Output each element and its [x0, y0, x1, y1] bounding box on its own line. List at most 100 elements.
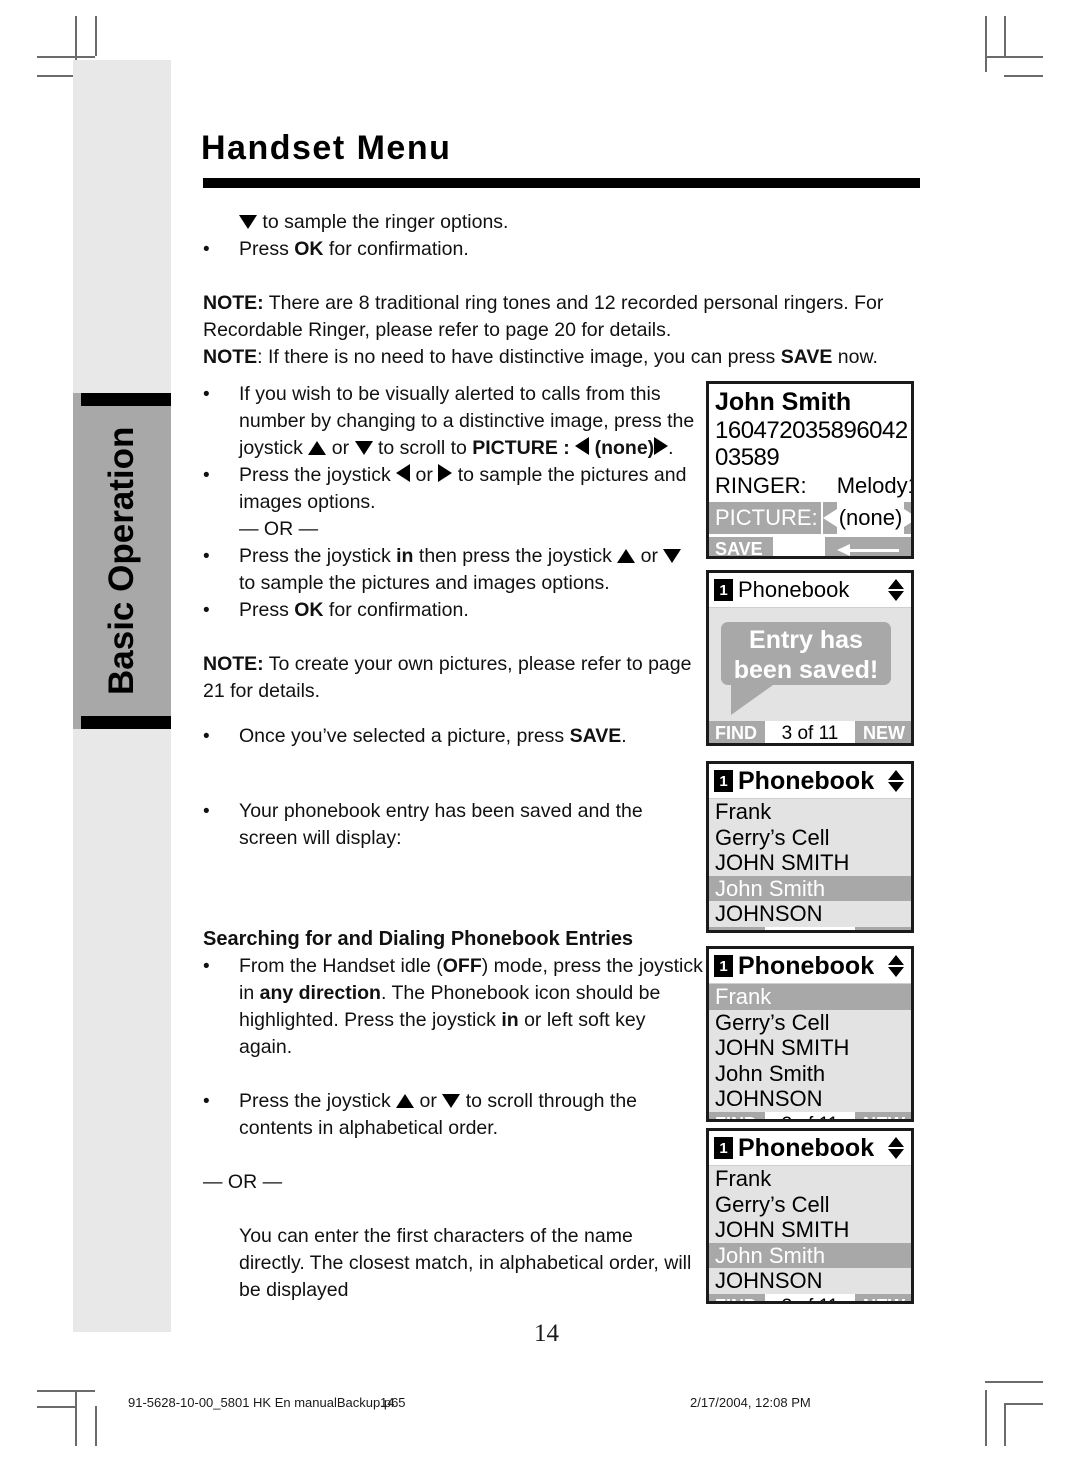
b3-b: then press the joystick: [413, 545, 618, 567]
lcd4-list: Frank Gerry’s Cell JOHN SMITH John Smith…: [709, 984, 911, 1112]
list-item-selected[interactable]: John Smith: [709, 875, 911, 901]
crop-mark-tr-h2: [1004, 75, 1043, 77]
title-rule: [203, 178, 920, 188]
footer-file-name: 91-5628-10-00_5801 HK En manualBackup.p6…: [128, 1395, 406, 1410]
triangle-right-icon: [438, 464, 453, 482]
lcd2-softkey-find[interactable]: FIND: [709, 721, 765, 743]
triangle-left-icon: [575, 437, 590, 455]
lcd4-softkey-new[interactable]: NEW: [855, 1111, 911, 1119]
lcd2-line-badge: 1: [714, 579, 733, 601]
list-item[interactable]: JOHNSON: [709, 1086, 911, 1112]
lcd1-picture-prev-arrow[interactable]: [822, 502, 837, 534]
lcd1-softkey-back[interactable]: [825, 537, 911, 556]
lcd3-softkey-find[interactable]: FIND: [709, 926, 765, 930]
note-2-b: now.: [832, 346, 878, 368]
list-item[interactable]: JOHN SMITH: [709, 1035, 911, 1061]
b2-a: Press the joystick: [239, 464, 397, 486]
triangle-down-icon: [239, 215, 257, 229]
b1-b: or: [326, 437, 355, 459]
b7-in: in: [501, 1009, 519, 1031]
lcd5-softkey-new[interactable]: NEW: [855, 1293, 911, 1301]
side-tab-label: Basic Operation: [102, 426, 141, 696]
list-item-selected[interactable]: John Smith: [709, 1242, 911, 1268]
or-divider-1: — OR —: [239, 518, 319, 540]
list-item[interactable]: Frank: [709, 799, 911, 825]
triangle-right-icon: [904, 509, 911, 527]
bullet-entry-saved: • Your phonebook entry has been saved an…: [203, 798, 703, 852]
lcd1-softkey-save[interactable]: SAVE: [709, 537, 773, 556]
lcd4-counter: 3 of 11: [765, 1111, 855, 1119]
lcd-screen-phonebook-john-smith: 1 Phonebook Frank Gerry’s Cell JOHN SMIT…: [706, 761, 914, 933]
b5-bold: SAVE: [569, 725, 622, 747]
b3-in: in: [396, 545, 414, 567]
lcd5-title: Phonebook: [738, 1134, 875, 1162]
b4-bold: OK: [294, 599, 324, 621]
lcd1-picture-value: (none): [836, 502, 905, 534]
lcd1-picture-label: PICTURE:: [709, 502, 821, 534]
list-item[interactable]: JOHNSON: [709, 901, 911, 927]
bullet-press-ok-2: • Press OK for confirmation.: [203, 597, 703, 624]
b7-a: From the Handset idle (: [239, 955, 443, 977]
note-1: NOTE: There are 8 traditional ring tones…: [203, 290, 921, 344]
bullet-picture-scroll: • If you wish to be visually alerted to …: [203, 381, 703, 462]
lcd3-softkey-new[interactable]: NEW: [855, 926, 911, 930]
lcd1-picture-next-arrow[interactable]: [904, 502, 911, 534]
bullet-joystick-in: • Press the joystick in then press the j…: [203, 543, 703, 597]
page-title: Handset Menu: [201, 129, 452, 167]
list-item[interactable]: Gerry’s Cell: [709, 825, 911, 851]
scroll-updown-icon[interactable]: [888, 955, 904, 977]
lcd3-footer: FIND 3 of 11 NEW: [709, 926, 911, 930]
b3-d: to sample the pictures and images option…: [239, 572, 610, 594]
lcd5-counter: 3 of 11: [765, 1293, 855, 1301]
crop-mark-bl-h2: [37, 1406, 75, 1408]
crop-mark-br-v1: [985, 1390, 987, 1446]
lcd4-softkey-find[interactable]: FIND: [709, 1111, 765, 1119]
scroll-updown-icon[interactable]: [888, 770, 904, 792]
list-item[interactable]: Frank: [709, 1166, 911, 1192]
lcd2-saved-message: Entry has been saved!: [721, 622, 891, 685]
list-item[interactable]: Gerry’s Cell: [709, 1192, 911, 1218]
lcd3-list: Frank Gerry’s Cell JOHN SMITH John Smith…: [709, 799, 911, 927]
list-item[interactable]: JOHN SMITH: [709, 1217, 911, 1243]
crop-mark-tl-h1: [37, 56, 95, 58]
bullet-dot: •: [203, 956, 210, 977]
b4-post: for confirmation.: [323, 599, 469, 621]
crop-mark-bl-v2: [95, 1406, 97, 1446]
bullet-dot: •: [203, 726, 210, 747]
list-item[interactable]: JOHNSON: [709, 1268, 911, 1294]
bullet-dot: •: [203, 239, 210, 260]
lcd1-picture-row[interactable]: PICTURE: (none): [709, 502, 911, 534]
lcd3-title: Phonebook: [738, 767, 875, 795]
b4-pre: Press: [239, 599, 295, 621]
list-item[interactable]: John Smith: [709, 1061, 911, 1087]
b7-off: OFF: [442, 955, 482, 977]
b1-none: (none): [594, 437, 655, 459]
scroll-updown-icon[interactable]: [888, 579, 904, 601]
b3-a: Press the joystick: [239, 545, 397, 567]
lcd5-softkey-find[interactable]: FIND: [709, 1293, 765, 1301]
section-heading-searching: Searching for and Dialing Phonebook Entr…: [203, 928, 634, 950]
crop-mark-br-h1: [985, 1381, 1043, 1383]
b6-text: Your phonebook entry has been saved and …: [239, 800, 643, 849]
lcd1-contact-number: 16047203589604203589: [715, 417, 908, 471]
list-item-selected[interactable]: Frank: [709, 984, 911, 1010]
lcd5-footer: FIND 3 of 11 NEW: [709, 1293, 911, 1301]
list-item[interactable]: Gerry’s Cell: [709, 1010, 911, 1036]
triangle-up-icon: [308, 441, 327, 455]
b2-b: or: [410, 464, 439, 486]
scroll-updown-icon[interactable]: [888, 1137, 904, 1159]
note-3-text: To create your own pictures, please refe…: [203, 653, 692, 702]
lcd2-title: Phonebook: [738, 577, 850, 602]
triangle-up-icon: [396, 1094, 415, 1108]
crop-mark-tl-v2: [95, 16, 97, 56]
lcd2-softkey-new[interactable]: NEW: [855, 721, 911, 743]
list-item[interactable]: JOHN SMITH: [709, 850, 911, 876]
crop-mark-bl-v1: [75, 1390, 77, 1446]
lcd2-footer: FIND 3 of 11 NEW: [709, 721, 911, 743]
bullet-sample-pictures: • Press the joystick or to sample the pi…: [203, 462, 703, 516]
note-3: NOTE: To create your own pictures, pleas…: [203, 651, 703, 705]
